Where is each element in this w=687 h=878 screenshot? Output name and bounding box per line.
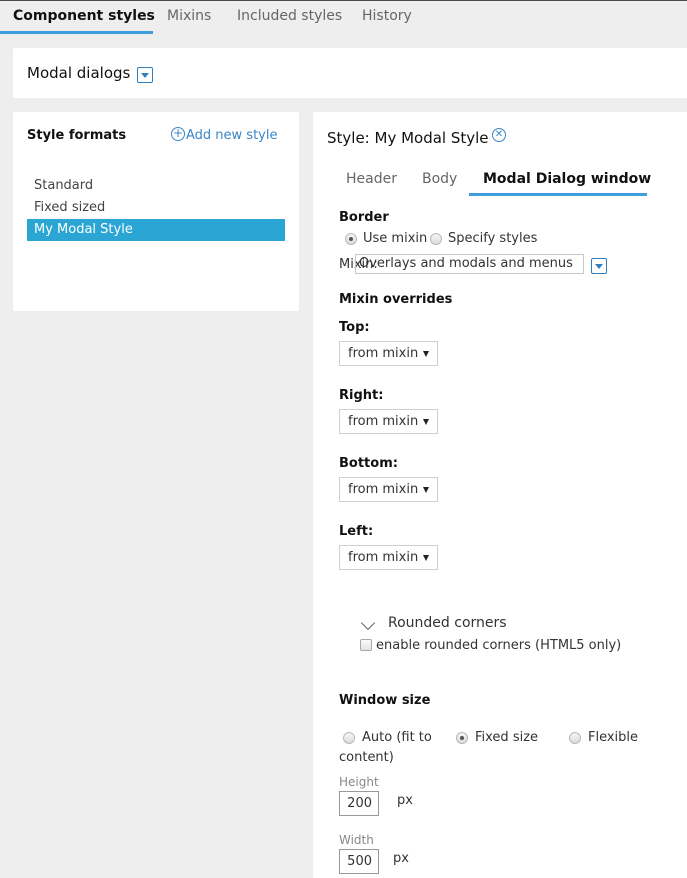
width-label: Width bbox=[339, 833, 374, 847]
tab-history[interactable]: History bbox=[362, 8, 412, 34]
style-item-my-modal-style[interactable]: My Modal Style bbox=[27, 219, 285, 241]
auto-size-radio[interactable] bbox=[343, 732, 355, 744]
style-format-list: Standard Fixed sized My Modal Style bbox=[27, 175, 285, 241]
left-select[interactable]: from mixin bbox=[339, 545, 438, 570]
rounded-corners-checkbox-label: enable rounded corners (HTML5 only) bbox=[376, 638, 622, 653]
height-input[interactable]: 200 bbox=[339, 791, 379, 816]
add-new-style-link[interactable]: + Add new style bbox=[171, 127, 277, 143]
top-label: Top: bbox=[339, 320, 370, 335]
fixed-size-radio[interactable] bbox=[456, 732, 468, 744]
mixin-input[interactable]: Overlays and modals and menus bbox=[355, 254, 584, 274]
top-select-value: from mixin bbox=[348, 346, 419, 361]
use-mixin-radio[interactable] bbox=[345, 233, 357, 245]
add-new-style-label: Add new style bbox=[186, 128, 278, 143]
active-tab-indicator bbox=[0, 31, 153, 34]
mixin-dropdown-button[interactable] bbox=[591, 258, 607, 274]
right-label: Right: bbox=[339, 388, 384, 403]
tab-included-styles[interactable]: Included styles bbox=[237, 8, 342, 34]
fixed-size-label: Fixed size bbox=[475, 730, 539, 745]
bottom-select[interactable]: from mixin bbox=[339, 477, 438, 502]
caret-down-icon bbox=[423, 351, 429, 357]
width-input[interactable]: 500 bbox=[339, 849, 379, 874]
bottom-label: Bottom: bbox=[339, 456, 398, 471]
style-formats-title: Style formats bbox=[27, 128, 127, 143]
left-select-value: from mixin bbox=[348, 550, 419, 565]
style-item-standard[interactable]: Standard bbox=[27, 175, 285, 197]
flexible-size-label: Flexible bbox=[588, 730, 639, 745]
top-tab-bar: Component styles Mixins Included styles … bbox=[0, 1, 687, 34]
right-select-value: from mixin bbox=[348, 414, 419, 429]
component-title: Modal dialogs bbox=[27, 64, 131, 82]
tab-mixins[interactable]: Mixins bbox=[167, 8, 211, 34]
flexible-size-radio[interactable] bbox=[569, 732, 581, 744]
active-subtab-indicator bbox=[469, 193, 647, 196]
right-select[interactable]: from mixin bbox=[339, 409, 438, 434]
auto-size-label-line2: content) bbox=[339, 750, 394, 765]
style-formats-panel: Style formats + Add new style Standard Fi… bbox=[13, 112, 299, 311]
style-editor-panel: Style: My Modal Style ✕ Header Body Moda… bbox=[313, 112, 687, 878]
subtab-header[interactable]: Header bbox=[346, 171, 397, 187]
height-unit: px bbox=[397, 793, 413, 808]
caret-down-icon bbox=[423, 555, 429, 561]
component-dropdown-button[interactable] bbox=[137, 67, 153, 83]
component-header: Modal dialogs bbox=[13, 48, 687, 98]
chevron-down-icon[interactable] bbox=[360, 615, 376, 631]
close-circle-icon[interactable]: ✕ bbox=[492, 128, 506, 142]
caret-down-icon bbox=[423, 487, 429, 493]
bottom-select-value: from mixin bbox=[348, 482, 419, 497]
width-unit: px bbox=[393, 851, 409, 866]
top-select[interactable]: from mixin bbox=[339, 341, 438, 366]
specify-styles-label: Specify styles bbox=[448, 231, 538, 246]
caret-down-icon bbox=[423, 419, 429, 425]
window-size-label: Window size bbox=[339, 693, 431, 708]
style-editor-title: Style: My Modal Style bbox=[327, 129, 489, 147]
style-item-fixed-sized[interactable]: Fixed sized bbox=[27, 197, 285, 219]
height-label: Height bbox=[339, 775, 379, 789]
plus-circle-icon: + bbox=[171, 126, 185, 141]
mixin-overrides-label: Mixin overrides bbox=[339, 292, 453, 307]
subtab-modal-dialog-window[interactable]: Modal Dialog window bbox=[483, 171, 651, 187]
border-label: Border bbox=[339, 210, 389, 225]
left-label: Left: bbox=[339, 524, 374, 539]
subtab-body[interactable]: Body bbox=[422, 171, 457, 187]
specify-styles-radio[interactable] bbox=[430, 233, 442, 245]
rounded-corners-checkbox[interactable] bbox=[360, 639, 372, 651]
auto-size-label: Auto (fit to bbox=[362, 730, 432, 745]
use-mixin-label: Use mixin bbox=[363, 231, 428, 246]
rounded-corners-title[interactable]: Rounded corners bbox=[388, 615, 507, 631]
